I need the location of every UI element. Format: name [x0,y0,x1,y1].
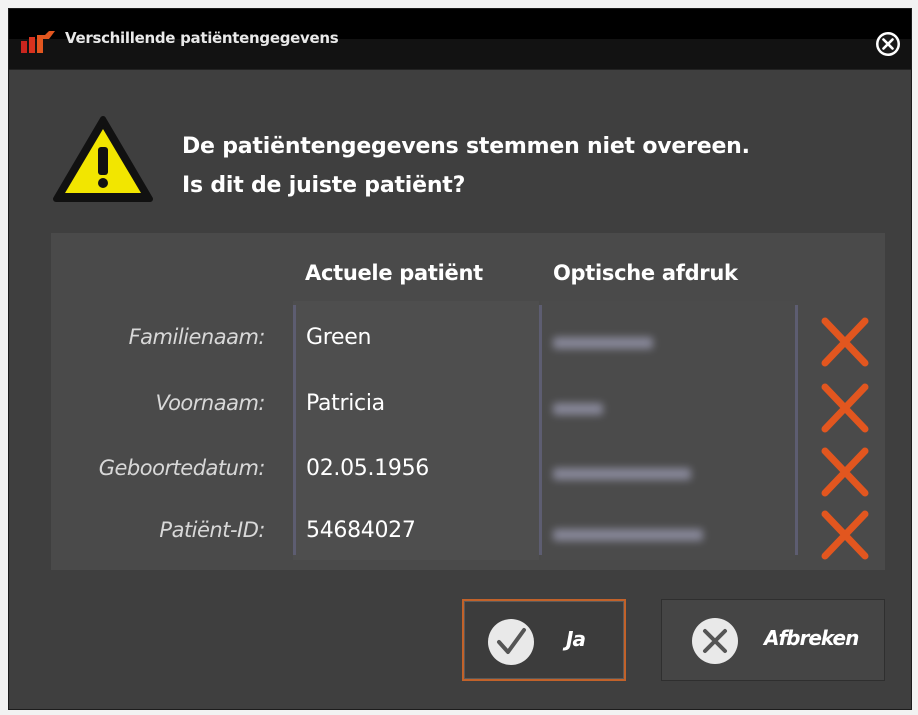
header-optical-impression: Optische afdruk [553,261,738,285]
row-label-firstname: Voornaam: [155,391,265,415]
cancel-button-label: Afbreken [764,626,859,650]
optical-value-blurred [553,337,653,349]
x-mark-icon [821,317,869,367]
cancel-button[interactable]: Afbreken [661,599,885,681]
optical-value-blurred [553,529,703,541]
row-value-firstname: Patricia [306,391,385,416]
app-logo-icon [21,31,55,53]
patient-comparison-table: Actuele patiënt Optische afdruk Familien… [51,233,885,570]
x-mark-icon [821,510,869,560]
check-circle-icon [488,619,534,665]
column-divider [539,305,542,555]
close-icon[interactable] [873,29,903,59]
column-divider [293,305,296,555]
dialog-window: Verschillende patiëntengegevens De patië… [8,8,912,710]
message-line-1: De patiëntengegevens stemmen niet overee… [182,134,750,159]
row-value-lastname: Green [306,325,372,350]
x-circle-icon [692,618,738,664]
optical-value-blurred [553,403,603,415]
warning-message: De patiëntengegevens stemmen niet overee… [182,127,750,205]
optical-value-blurred [553,468,691,480]
header-current-patient: Actuele patiënt [305,261,483,285]
message-line-2: Is dit de juiste patiënt? [182,173,466,198]
window-title: Verschillende patiëntengegevens [65,29,339,47]
title-bar: Verschillende patiëntengegevens [9,9,911,70]
row-label-patient-id: Patiënt-ID: [159,518,265,542]
column-divider [795,305,798,555]
yes-button[interactable]: Ja [462,599,626,681]
x-mark-icon [821,447,869,497]
row-label-lastname: Familienaam: [128,325,266,349]
row-value-patient-id: 54684027 [306,518,416,543]
row-value-birthdate: 02.05.1956 [306,456,429,481]
warning-triangle-icon [53,116,153,202]
row-label-birthdate: Geboortedatum: [98,456,266,480]
yes-button-label: Ja [566,627,586,651]
x-mark-icon [821,383,869,433]
